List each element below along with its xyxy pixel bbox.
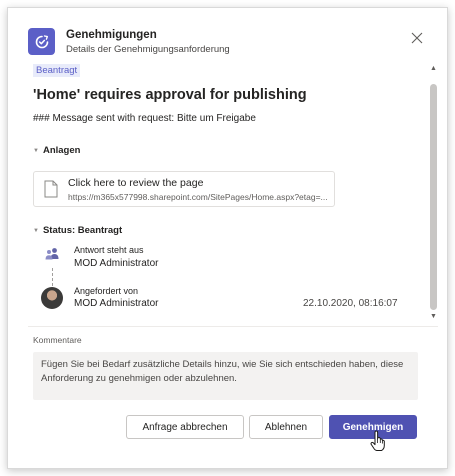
attachments-section-toggle[interactable]: ▼ Anlagen — [33, 145, 80, 156]
attachments-section-label: Anlagen — [42, 145, 81, 156]
timeline-step-name: MOD Administrator — [74, 298, 159, 309]
close-icon[interactable] — [410, 31, 424, 45]
timeline-connector — [52, 268, 53, 286]
avatar — [41, 287, 63, 309]
timeline-step-label: Antwort steht aus — [74, 245, 144, 255]
collapse-triangle-icon: ▼ — [33, 228, 39, 234]
timeline-step-name: MOD Administrator — [74, 258, 159, 269]
app-subtitle: Details der Genehmigungsanforderung — [66, 44, 230, 55]
reject-button[interactable]: Ablehnen — [249, 415, 323, 439]
status-badge: Beantragt — [33, 64, 81, 77]
comments-field[interactable]: Fügen Sie bei Bedarf zusätzliche Details… — [33, 352, 418, 400]
status-section-toggle[interactable]: ▼ Status: Beantragt — [33, 225, 122, 236]
scroll-down-arrow-icon[interactable]: ▼ — [430, 313, 437, 320]
status-section-label: Status: Beantragt — [42, 225, 123, 236]
request-message: ### Message sent with request: Bitte um … — [33, 113, 256, 124]
page-document-icon — [44, 180, 58, 203]
app-title: Genehmigungen — [66, 29, 157, 41]
request-title: 'Home' requires approval for publishing — [33, 87, 307, 103]
people-icon — [44, 247, 60, 261]
attachment-link[interactable]: Click here to review the page https://m3… — [33, 171, 335, 207]
approvals-icon — [28, 28, 55, 55]
divider — [28, 326, 438, 327]
attachment-url: https://m365x577998.sharepoint.com/SiteP… — [68, 192, 328, 202]
cancel-request-button[interactable]: Anfrage abbrechen — [126, 415, 244, 439]
comments-label: Kommentare — [33, 335, 82, 345]
attachment-title: Click here to review the page — [68, 177, 204, 189]
timeline-step-label: Angefordert von — [74, 286, 139, 296]
scrollbar-thumb[interactable] — [430, 84, 437, 310]
timeline-step-date: 22.10.2020, 08:16:07 — [303, 298, 398, 309]
collapse-triangle-icon: ▼ — [33, 148, 39, 154]
scroll-up-arrow-icon[interactable]: ▲ — [430, 65, 437, 72]
approve-button[interactable]: Genehmigen — [329, 415, 417, 439]
